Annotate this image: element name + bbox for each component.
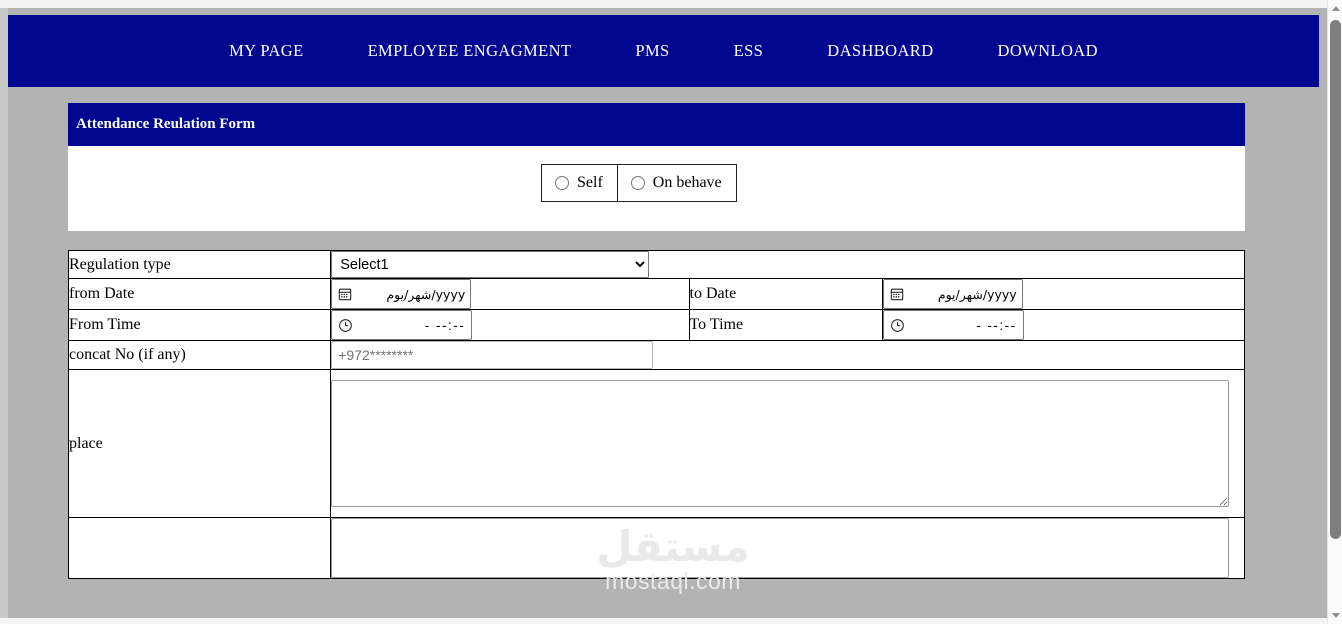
table-row-contact-no: concat No (if any) bbox=[67, 340, 1245, 370]
field-cell-to-date: yyyy/شهر/يوم bbox=[881, 278, 1246, 310]
to-time-placeholder: - --:-- bbox=[976, 317, 1017, 333]
label-next-row bbox=[67, 517, 332, 579]
field-cell-from-date: yyyy/شهر/يوم bbox=[330, 278, 690, 310]
to-date-input[interactable]: yyyy/شهر/يوم bbox=[882, 279, 1023, 309]
page-top-strip bbox=[0, 0, 1327, 8]
scrollbar-thumb[interactable] bbox=[1330, 20, 1341, 539]
request-type-radio-group: Self On behave bbox=[541, 164, 737, 202]
radio-icon-self[interactable] bbox=[555, 176, 569, 190]
form-card-body: Self On behave bbox=[68, 146, 1245, 231]
from-time-placeholder: - --:-- bbox=[424, 317, 466, 333]
label-to-date: to Date bbox=[688, 278, 883, 310]
radio-label-on-behave: On behave bbox=[652, 174, 722, 191]
table-row-place: place bbox=[67, 369, 1245, 518]
attendance-regulation-form-table: Regulation type Select1 from Date yyyy/ش… bbox=[67, 250, 1246, 579]
clock-icon bbox=[339, 318, 353, 332]
field-cell-next-row bbox=[330, 517, 1245, 579]
radio-option-self[interactable]: Self bbox=[542, 165, 617, 201]
nav-item-my-page[interactable]: MY PAGE bbox=[197, 35, 335, 67]
nav-item-download[interactable]: DOWNLOAD bbox=[966, 35, 1130, 67]
attendance-form-card: Attendance Reulation Form Self On behave bbox=[68, 103, 1245, 231]
from-date-placeholder: yyyy/شهر/يوم bbox=[386, 286, 466, 302]
field-cell-to-time: - --:-- bbox=[881, 309, 1246, 341]
from-date-input[interactable]: yyyy/شهر/يوم bbox=[331, 279, 472, 309]
label-place: place bbox=[67, 369, 332, 518]
calendar-icon bbox=[339, 288, 352, 301]
radio-option-on-behave[interactable]: On behave bbox=[616, 165, 736, 201]
table-row-times: From Time - --:-- To Time - --:-- bbox=[67, 309, 1246, 341]
nav-item-ess[interactable]: ESS bbox=[702, 35, 796, 67]
calendar-icon bbox=[890, 288, 903, 301]
radio-icon-on-behave[interactable] bbox=[630, 176, 645, 190]
place-textarea[interactable] bbox=[331, 380, 1230, 507]
field-cell-regulation-type: Select1 bbox=[330, 250, 1245, 279]
nav-item-dashboard[interactable]: DASHBOARD bbox=[795, 35, 965, 67]
field-cell-contact-no bbox=[330, 340, 1245, 370]
label-from-time: From Time bbox=[67, 309, 332, 341]
label-to-time: To Time bbox=[688, 309, 883, 341]
contact-no-input[interactable] bbox=[331, 341, 654, 369]
main-navigation-bar: MY PAGE EMPLOYEE ENGAGMENT PMS ESS DASHB… bbox=[8, 15, 1319, 87]
scroll-up-arrow-icon[interactable] bbox=[1328, 1, 1342, 16]
page-left-gutter bbox=[0, 8, 8, 624]
to-date-placeholder: yyyy/شهر/يوم bbox=[937, 286, 1017, 302]
table-row-next bbox=[67, 517, 1245, 579]
scroll-down-arrow-icon[interactable] bbox=[1328, 608, 1342, 623]
form-card-header: Attendance Reulation Form bbox=[68, 103, 1245, 146]
page-bottom-strip bbox=[0, 618, 1327, 624]
page-content: MY PAGE EMPLOYEE ENGAGMENT PMS ESS DASHB… bbox=[0, 0, 1327, 624]
table-row-dates: from Date yyyy/شهر/يوم to Date yyyy/شهر/… bbox=[67, 278, 1246, 310]
vertical-scrollbar[interactable] bbox=[1327, 0, 1342, 624]
regulation-type-select[interactable]: Select1 bbox=[331, 251, 650, 278]
table-row-regulation-type: Regulation type Select1 bbox=[67, 250, 1245, 279]
from-time-input[interactable]: - --:-- bbox=[331, 310, 473, 340]
field-cell-from-time: - --:-- bbox=[330, 309, 690, 341]
to-time-input[interactable]: - --:-- bbox=[882, 310, 1024, 340]
clock-icon bbox=[890, 318, 904, 332]
label-from-date: from Date bbox=[67, 278, 332, 310]
field-cell-place bbox=[330, 369, 1245, 518]
label-contact-no: concat No (if any) bbox=[67, 340, 332, 370]
label-regulation-type: Regulation type bbox=[67, 250, 332, 279]
nav-item-list: MY PAGE EMPLOYEE ENGAGMENT PMS ESS DASHB… bbox=[197, 35, 1130, 67]
form-card-title: Attendance Reulation Form bbox=[76, 116, 256, 132]
browser-viewport: MY PAGE EMPLOYEE ENGAGMENT PMS ESS DASHB… bbox=[0, 0, 1342, 624]
next-row-textarea[interactable] bbox=[331, 518, 1230, 578]
nav-item-employee-engagment[interactable]: EMPLOYEE ENGAGMENT bbox=[336, 35, 604, 67]
radio-label-self: Self bbox=[577, 174, 603, 191]
nav-item-pms[interactable]: PMS bbox=[603, 35, 701, 67]
